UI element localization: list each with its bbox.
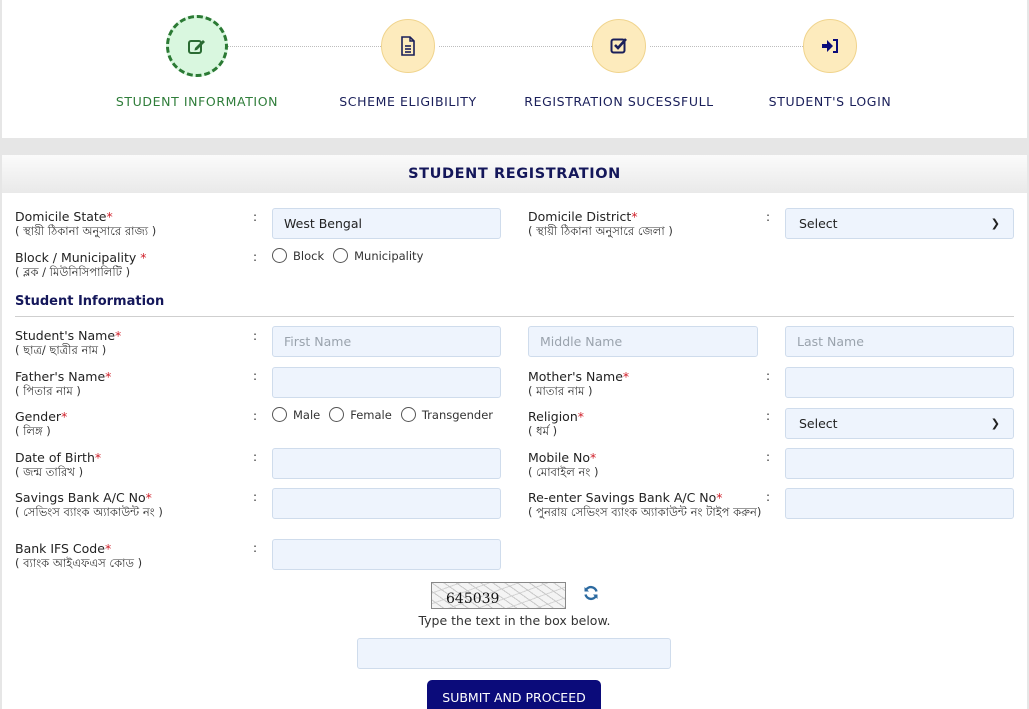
father-name-input[interactable]: [272, 367, 501, 398]
panel-title: STUDENT REGISTRATION: [408, 166, 621, 182]
colon: :: [253, 369, 258, 383]
step-label: REGISTRATION SUCESSFULL: [524, 94, 714, 109]
captcha-input[interactable]: [357, 638, 671, 669]
domicile-state-input[interactable]: [272, 208, 501, 239]
colon: :: [766, 409, 771, 423]
radio-circle[interactable]: [329, 407, 345, 422]
step-connector: [228, 46, 381, 47]
radio-circle[interactable]: [333, 248, 349, 263]
radio-circle[interactable]: [272, 248, 287, 263]
colon: :: [253, 409, 258, 423]
domicile-state-label: Domicile State* ( স্থায়ী ঠিকানা অনুসারে…: [15, 209, 157, 238]
mother-name-label: Mother's Name* ( মাতার নাম ): [528, 369, 630, 398]
sign-in-icon: [820, 38, 840, 54]
edit-icon: [187, 37, 207, 55]
colon: :: [766, 210, 771, 224]
middle-name-input[interactable]: [528, 326, 758, 357]
radio-male[interactable]: Male: [272, 407, 320, 422]
colon: :: [253, 329, 258, 343]
domicile-district-label: Domicile District* ( স্থায়ী ঠিকানা অনুস…: [528, 209, 673, 238]
radio-circle[interactable]: [400, 407, 416, 422]
step-circle: [166, 15, 228, 77]
colon: :: [253, 450, 258, 464]
religion-select[interactable]: Select ❯: [785, 408, 1014, 439]
refresh-captcha-icon[interactable]: [583, 585, 599, 605]
document-icon: [400, 36, 416, 56]
bank-ac-reenter-input[interactable]: [785, 488, 1014, 519]
colon: :: [766, 490, 771, 504]
check-square-icon: [610, 37, 628, 55]
gender-label: Gender* ( লিঙ্গ ): [15, 409, 68, 438]
gender-radio-group: Male Female Transgender: [272, 407, 502, 422]
block-municipality-radio-group: Block Municipality: [272, 248, 432, 263]
section-title: Student Information: [15, 294, 165, 309]
last-name-input[interactable]: [785, 326, 1014, 357]
step-circle: [381, 19, 435, 73]
ifsc-label: Bank IFS Code* ( ব্যাংক আইএফএস কোড ): [15, 541, 143, 570]
step-circle: [803, 19, 857, 73]
step-connector: [650, 46, 803, 47]
panel-header: STUDENT REGISTRATION: [2, 155, 1027, 193]
colon: :: [766, 450, 771, 464]
selected-value: Select: [799, 216, 838, 231]
captcha-image: 645039: [431, 582, 566, 609]
dob-label: Date of Birth* ( জন্ম তারিখ ): [15, 450, 102, 479]
chevron-down-icon: ❯: [990, 417, 1000, 430]
section-divider: [15, 316, 1014, 317]
registration-panel: STUDENT REGISTRATION Domicile State* ( স…: [2, 155, 1027, 709]
student-name-label: Student's Name* ( ছাত্র/ ছাত্রীর নাম ): [15, 328, 122, 357]
bank-ac-input[interactable]: [272, 488, 501, 519]
mobile-label: Mobile No* ( মোবাইল নং ): [528, 450, 599, 479]
step-circle: [592, 19, 646, 73]
progress-stepper: STUDENT INFORMATION SCHEME ELIGIBILITY R…: [2, 0, 1027, 138]
selected-value: Select: [799, 416, 838, 431]
radio-female[interactable]: Female: [329, 407, 392, 422]
captcha-hint: Type the text in the box below.: [418, 613, 611, 628]
radio-municipality[interactable]: Municipality: [333, 248, 423, 263]
radio-transgender[interactable]: Transgender: [400, 407, 493, 422]
dob-input[interactable]: [272, 448, 501, 479]
bank-ac-reenter-label: Re-enter Savings Bank A/C No* ( পুনরায় …: [528, 490, 762, 519]
father-name-label: Father's Name* ( পিতার নাম ): [15, 369, 112, 398]
chevron-down-icon: ❯: [990, 217, 1000, 230]
radio-block[interactable]: Block: [272, 248, 324, 263]
step-label: STUDENT'S LOGIN: [768, 94, 892, 109]
mobile-input[interactable]: [785, 448, 1014, 479]
domicile-district-select[interactable]: Select ❯: [785, 208, 1014, 239]
step-connector: [439, 46, 592, 47]
colon: :: [253, 210, 258, 224]
step-label: SCHEME ELIGIBILITY: [339, 94, 477, 109]
ifsc-input[interactable]: [272, 539, 501, 570]
colon: :: [253, 250, 258, 264]
colon: :: [253, 541, 258, 555]
step-label: STUDENT INFORMATION: [115, 94, 279, 109]
colon: :: [766, 369, 771, 383]
mother-name-input[interactable]: [785, 367, 1014, 398]
first-name-input[interactable]: [272, 326, 501, 357]
radio-circle[interactable]: [272, 407, 287, 422]
religion-label: Religion* ( ধর্ম ): [528, 409, 584, 438]
bank-ac-label: Savings Bank A/C No* ( সেভিংস ব্যাংক অ্য…: [15, 490, 163, 519]
submit-and-proceed-button[interactable]: SUBMIT AND PROCEED: [427, 680, 601, 709]
block-municipality-label: Block / Municipality * ( ব্লক / মিউনিসিপ…: [15, 250, 147, 279]
colon: :: [253, 490, 258, 504]
